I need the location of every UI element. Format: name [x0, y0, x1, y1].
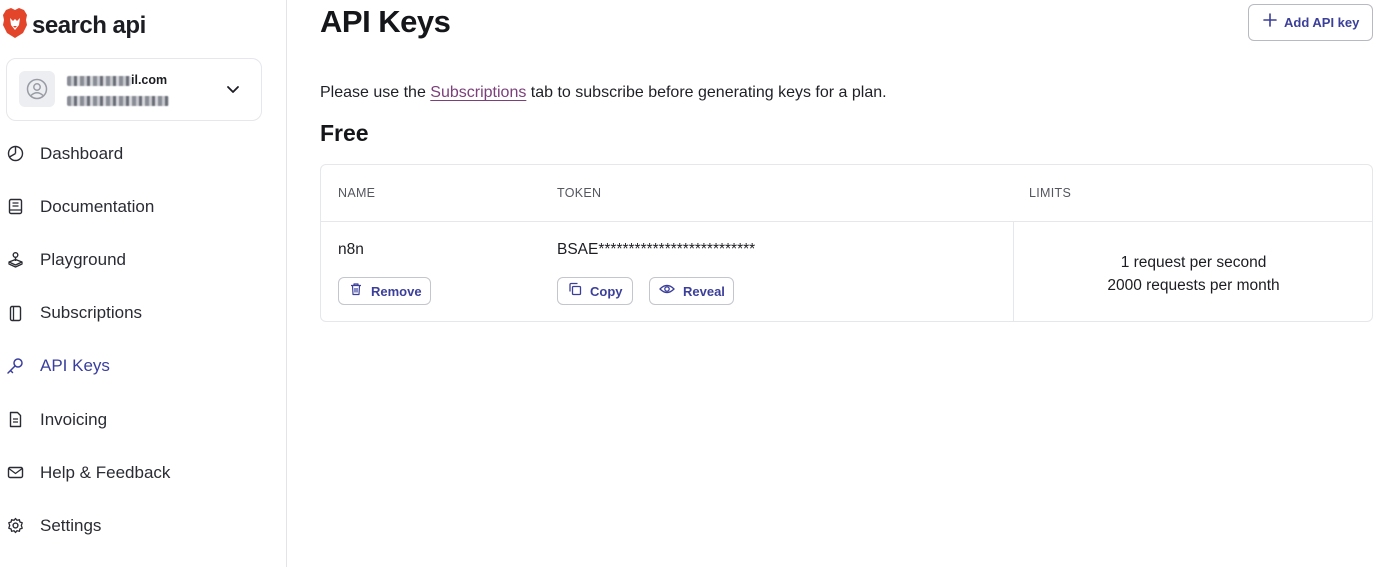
sidebar-item-help-feedback[interactable]: Help & Feedback — [0, 446, 287, 499]
remove-label: Remove — [371, 283, 422, 299]
trash-icon — [349, 282, 363, 301]
sidebar-item-label: Invoicing — [40, 409, 108, 429]
mail-icon — [6, 464, 24, 482]
limit-per-second: 1 request per second — [1120, 254, 1267, 271]
avatar — [19, 71, 55, 107]
redacted-name — [67, 95, 169, 106]
key-token: BSAE************************** — [557, 241, 756, 258]
sidebar-item-label: Help & Feedback — [40, 462, 171, 482]
sidebar-item-label: Documentation — [40, 196, 155, 216]
table-header: NAME TOKEN LIMITS — [321, 165, 1372, 222]
copy-label: Copy — [590, 283, 623, 299]
sidebar-item-label: API Keys — [40, 356, 110, 376]
add-api-key-button[interactable]: Add API key — [1248, 4, 1373, 41]
sidebar-item-subscriptions[interactable]: Subscriptions — [0, 287, 287, 340]
redacted-email — [67, 75, 131, 86]
plus-icon — [1263, 13, 1277, 32]
copy-icon — [568, 282, 582, 301]
account-switcher[interactable]: il.com — [6, 58, 262, 121]
copy-button[interactable]: Copy — [557, 277, 633, 305]
subscriptions-link[interactable]: Subscriptions — [430, 84, 526, 101]
sidebar-item-label: Settings — [40, 515, 102, 535]
reveal-label: Reveal — [683, 283, 725, 299]
gear-icon — [6, 517, 24, 535]
user-circle-icon — [26, 78, 48, 100]
sidebar-item-label: Playground — [40, 249, 127, 269]
key-icon — [6, 357, 24, 375]
key-name: n8n — [338, 241, 364, 258]
account-name — [67, 93, 169, 107]
column-header-token: TOKEN — [557, 186, 602, 200]
key-limits: 1 request per second 2000 requests per m… — [1014, 251, 1373, 297]
sidebar-item-label: Dashboard — [40, 143, 124, 163]
subscriptions-icon — [6, 304, 24, 322]
sidebar-item-api-keys[interactable]: API Keys — [0, 340, 287, 393]
brand-logo[interactable]: search api — [2, 8, 146, 43]
sidebar: search api il.com Dashboard Documentatio… — [0, 0, 287, 567]
column-header-limits: LIMITS — [1029, 186, 1072, 200]
remove-button[interactable]: Remove — [338, 277, 431, 305]
invoice-icon — [6, 411, 24, 429]
sidebar-item-label: Subscriptions — [40, 303, 143, 323]
plan-title: Free — [320, 120, 369, 146]
sidebar-item-dashboard[interactable]: Dashboard — [0, 127, 287, 180]
brave-lion-icon — [2, 8, 28, 43]
sidebar-item-settings[interactable]: Settings — [0, 499, 287, 552]
sidebar-item-invoicing[interactable]: Invoicing — [0, 393, 287, 446]
subscription-notice: Please use the Subscriptions tab to subs… — [320, 84, 887, 101]
eye-icon — [659, 282, 675, 301]
sidebar-nav: Dashboard Documentation Playground Subsc… — [0, 127, 287, 553]
sidebar-item-playground[interactable]: Playground — [0, 233, 287, 286]
api-keys-table: NAME TOKEN LIMITS n8n BSAE**************… — [320, 164, 1373, 322]
brand-name: search api — [32, 11, 146, 39]
reveal-button[interactable]: Reveal — [649, 277, 734, 305]
add-api-key-label: Add API key — [1284, 15, 1360, 30]
column-header-name: NAME — [338, 186, 376, 200]
account-email: il.com — [67, 73, 167, 87]
limit-per-month: 2000 requests per month — [1107, 277, 1280, 294]
dashboard-icon — [6, 145, 24, 163]
sidebar-item-documentation[interactable]: Documentation — [0, 180, 287, 233]
chevron-down-icon[interactable] — [225, 81, 241, 102]
page-title: API Keys — [320, 4, 451, 39]
book-icon — [6, 198, 24, 216]
joystick-icon — [6, 251, 24, 269]
